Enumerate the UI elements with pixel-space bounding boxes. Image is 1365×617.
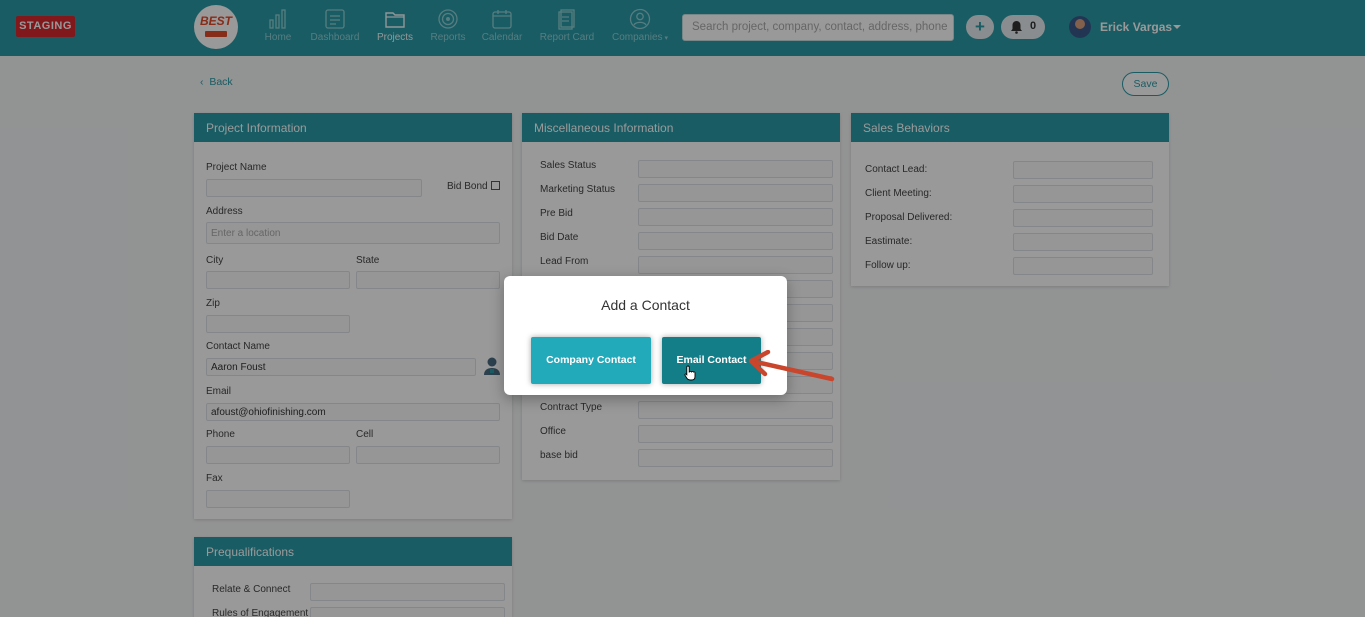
annotation-arrow-icon <box>748 349 836 391</box>
email-contact-button[interactable]: Email Contact <box>662 337 761 384</box>
hand-cursor-icon <box>684 365 696 386</box>
company-contact-button[interactable]: Company Contact <box>531 337 651 384</box>
add-contact-modal: Add a Contact Company Contact Email Cont… <box>504 276 787 395</box>
modal-title: Add a Contact <box>601 297 690 313</box>
